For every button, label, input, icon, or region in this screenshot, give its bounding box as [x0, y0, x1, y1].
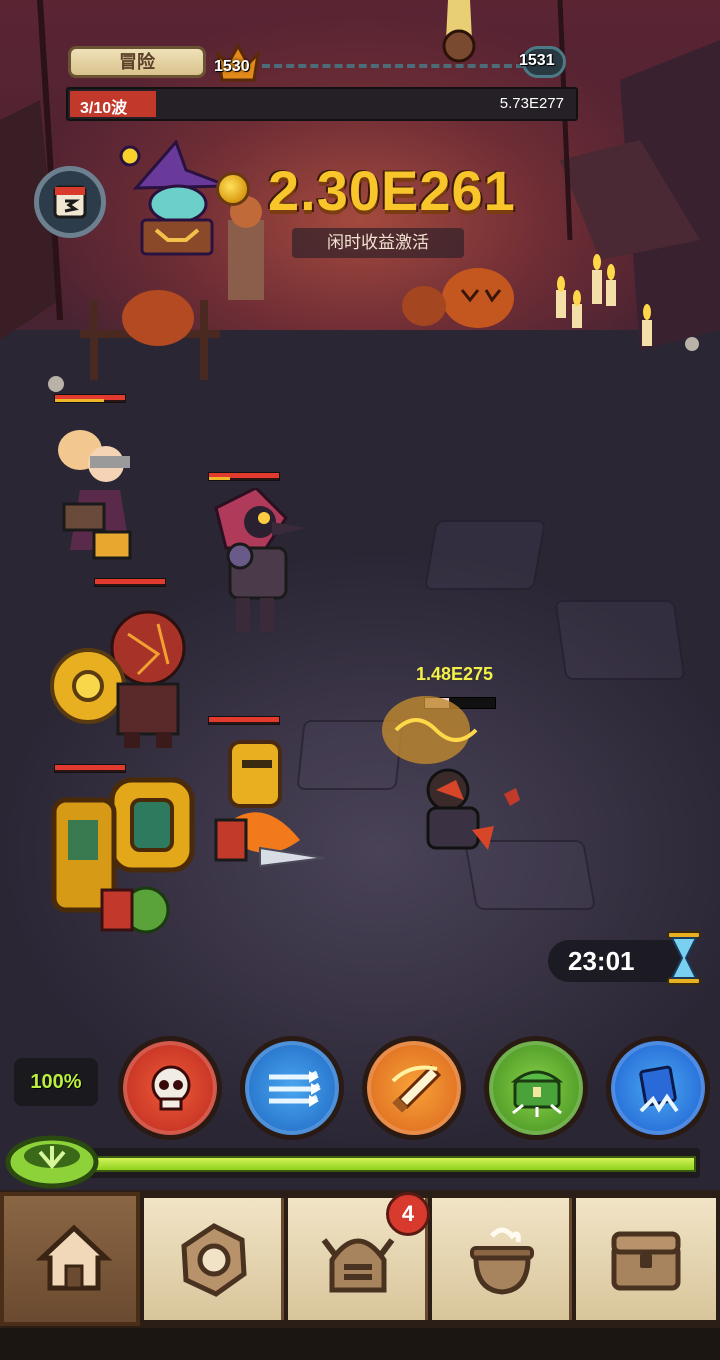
energy-bar-fill — [40, 1156, 696, 1172]
sword-slash-icon — [391, 1064, 442, 1113]
skull-icon — [151, 1065, 191, 1111]
current-stage-number: 1530 — [214, 58, 250, 75]
helmet-icon — [321, 1238, 395, 1293]
hourglass-icon — [667, 931, 701, 985]
blue-book-icon — [639, 1065, 679, 1113]
adventure-mode-tab[interactable]: 冒险 — [68, 46, 206, 78]
heroes-notification-badge: 4 — [386, 1192, 430, 1236]
next-stage-number: 1531 — [519, 52, 555, 69]
treasure-chest-icon — [510, 1070, 564, 1117]
footer-strip — [0, 1328, 720, 1360]
stage-progress-track — [262, 64, 524, 68]
meteor-icon — [442, 0, 476, 63]
hero-golden-knight — [214, 740, 325, 868]
floor-tile — [423, 520, 547, 590]
hero-hp-bar — [54, 764, 126, 773]
hero-hp-bar — [208, 472, 280, 481]
floor-tile — [554, 600, 686, 680]
enemy-bandit[interactable] — [376, 690, 536, 870]
skill-sword-slash-button[interactable] — [362, 1036, 466, 1140]
skill-skull-button[interactable] — [118, 1036, 222, 1140]
nav-home-tab[interactable] — [0, 1192, 140, 1326]
damage-number: 1.48E275 — [416, 664, 494, 684]
hero-lava-warrior — [50, 610, 186, 748]
hero-golem-mech — [51, 777, 195, 934]
hero-crow-rogue — [214, 488, 306, 632]
wave-progress-bar: 3/10波 5.73E277 — [66, 87, 578, 121]
gold-coin-icon — [216, 172, 250, 206]
nav-chest-tab[interactable] — [576, 1198, 716, 1320]
witch-cat-icon[interactable] — [116, 140, 232, 260]
battle-scene: 1.48E275 冒险 1530 1531 3/10波 5.73E277 2.3… — [0, 0, 720, 1190]
home-icon — [35, 1224, 113, 1291]
nav-cauldron-tab[interactable] — [432, 1198, 572, 1320]
gold-amount: 2.30E261 — [268, 159, 516, 222]
hero-hp-bar — [94, 578, 166, 587]
arrows-icon — [269, 1070, 321, 1107]
hero-hp-bar — [208, 716, 280, 725]
wave-label: 3/10波 — [80, 100, 128, 117]
skill-charge-percent: 100% — [14, 1058, 98, 1106]
nav-gear-tab[interactable] — [144, 1198, 284, 1320]
idle-income-active-label: 闲时收益激活 — [292, 228, 464, 258]
hero-archer — [58, 430, 132, 560]
skill-chest-button[interactable] — [484, 1036, 588, 1140]
hero-hp-bar — [54, 394, 126, 403]
boss-hp-total: 5.73E277 — [499, 95, 564, 112]
calendar-event-button[interactable] — [34, 166, 106, 238]
skill-arrows-button[interactable] — [240, 1036, 344, 1140]
green-ring-icon[interactable] — [4, 1126, 104, 1192]
calendar-icon — [53, 185, 87, 219]
skill-book-button[interactable] — [606, 1036, 710, 1140]
gear-nut-icon — [181, 1223, 247, 1297]
cauldron-icon — [470, 1227, 534, 1295]
chest-icon — [611, 1231, 681, 1291]
